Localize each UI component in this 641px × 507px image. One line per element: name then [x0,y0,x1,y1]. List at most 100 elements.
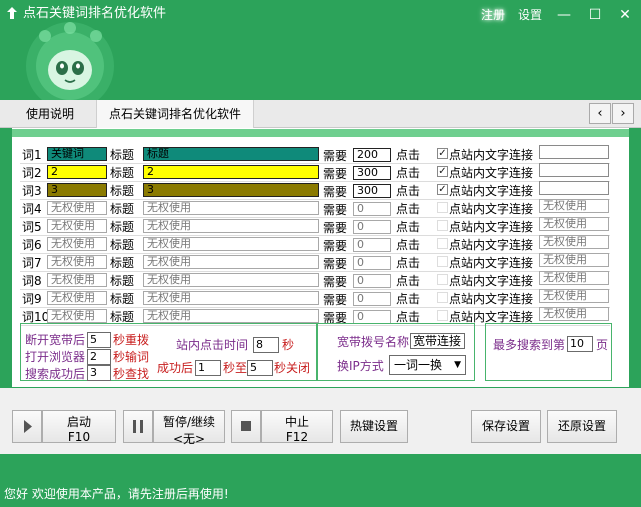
site-link-checkbox[interactable] [437,202,448,213]
need-count-input[interactable]: 0 [353,310,391,324]
need-count-input[interactable]: 0 [353,202,391,216]
title-input[interactable]: 无权使用 [143,309,319,323]
row-name: 词8 [22,274,42,288]
need-count-input[interactable]: 0 [353,292,391,306]
tab-prev-button[interactable]: ‹ [589,103,611,124]
site-click-input[interactable]: 8 [253,337,279,353]
site-link-checkbox[interactable]: ✓ [437,184,448,195]
title-input[interactable]: 3 [143,183,319,197]
disconnect-input[interactable]: 5 [87,332,111,348]
keyword-input[interactable]: 无权使用 [47,273,107,287]
minimize-button[interactable]: — [549,2,579,28]
keyword-input[interactable]: 无权使用 [47,237,107,251]
title-input[interactable]: 无权使用 [143,219,319,233]
title-input[interactable]: 无权使用 [143,255,319,269]
click-label: 点击 [396,292,421,306]
site-link-input[interactable]: 无权使用 [539,271,609,285]
start-button[interactable]: 启动 F10 [42,410,116,444]
need-count-input[interactable]: 0 [353,220,391,234]
row-separator [20,163,610,164]
site-link-label: 点站内文字连接 [449,220,534,234]
site-link-input[interactable] [539,181,609,195]
row-separator [20,217,610,218]
need-count-input[interactable]: 300 [353,184,391,198]
click-label: 点击 [396,274,421,288]
title-label: 标题 [110,166,135,180]
restore-settings-button[interactable]: 还原设置 [547,410,617,443]
title-input[interactable]: 2 [143,165,319,179]
title-input[interactable]: 无权使用 [143,291,319,305]
ip-mode-value: 一词一换 [394,358,443,372]
tab-next-button[interactable]: › [612,103,634,124]
need-label: 需要 [323,203,348,217]
stop-icon [241,421,251,431]
site-link-checkbox[interactable] [437,256,448,267]
keyword-input[interactable]: 无权使用 [47,219,107,233]
title-input[interactable]: 标题 [143,147,319,161]
title-input[interactable]: 无权使用 [143,273,319,287]
title-input[interactable]: 无权使用 [143,237,319,251]
site-link-input[interactable]: 无权使用 [539,289,609,303]
keyword-input[interactable]: 无权使用 [47,291,107,305]
site-link-checkbox[interactable]: ✓ [437,148,448,159]
site-link-input[interactable]: 无权使用 [539,217,609,231]
need-count-input[interactable]: 300 [353,166,391,180]
close-button[interactable]: ✕ [610,2,640,28]
title-label: 标题 [110,310,135,324]
click-label: 点击 [396,220,421,234]
pause-icon-button[interactable] [123,410,153,443]
maximize-button[interactable]: ☐ [580,2,610,28]
max-search-unit: 页 [596,338,609,352]
need-count-input[interactable]: 200 [353,148,391,162]
site-link-input[interactable]: 无权使用 [539,253,609,267]
site-link-checkbox[interactable]: ✓ [437,166,448,177]
after-from-input[interactable]: 1 [195,360,221,376]
keyword-input[interactable]: 关键词 [47,147,107,161]
site-link-input[interactable] [539,163,609,177]
stop-icon-button[interactable] [231,410,261,443]
site-link-input[interactable]: 无权使用 [539,307,609,321]
dial-name-input[interactable]: 宽带连接 [410,333,465,349]
status-text: 您好 欢迎使用本产品，请先注册后再使用! [4,487,229,501]
need-count-input[interactable]: 0 [353,274,391,288]
site-link-input[interactable]: 无权使用 [539,235,609,249]
search-success-input[interactable]: 3 [87,365,111,381]
keyword-input[interactable]: 无权使用 [47,255,107,269]
title-label: 标题 [110,202,135,216]
hotkey-settings-button[interactable]: 热键设置 [340,410,408,443]
keyword-input[interactable]: 2 [47,165,107,179]
register-link[interactable]: 注册 [481,6,505,23]
keyword-input[interactable]: 无权使用 [47,201,107,215]
row-separator [20,199,610,200]
settings-link[interactable]: 设置 [518,6,542,23]
title-input[interactable]: 无权使用 [143,201,319,215]
site-link-checkbox[interactable] [437,310,448,321]
site-link-checkbox[interactable] [437,292,448,303]
site-link-checkbox[interactable] [437,220,448,231]
stop-button[interactable]: 中止 F12 [261,410,333,444]
max-search-input[interactable]: 10 [567,336,593,352]
disconnect-label: 断开宽带后 [25,333,86,347]
row-separator [20,253,610,254]
need-count-input[interactable]: 0 [353,238,391,252]
start-icon-button[interactable] [12,410,42,443]
site-link-input[interactable]: 无权使用 [539,199,609,213]
after-to-input[interactable]: 5 [247,360,273,376]
site-link-checkbox[interactable] [437,274,448,285]
keyword-input[interactable]: 无权使用 [47,309,107,323]
site-link-label: 点站内文字连接 [449,310,534,324]
pause-label: 暂停/继续 [162,415,216,429]
ip-mode-select[interactable]: 一词一换 ▼ [389,355,466,375]
open-browser-unit: 秒输词 [113,350,150,364]
click-label: 点击 [396,256,421,270]
site-link-checkbox[interactable] [437,238,448,249]
tab-main[interactable]: 点石关键词排名优化软件 [96,100,255,128]
pause-button[interactable]: 暂停/继续 <无> [153,410,225,446]
need-count-input[interactable]: 0 [353,256,391,270]
site-link-input[interactable] [539,145,609,159]
row-separator [20,271,610,272]
keyword-input[interactable]: 3 [47,183,107,197]
tab-instructions[interactable]: 使用说明 [14,100,86,128]
open-browser-input[interactable]: 2 [87,349,111,365]
save-settings-button[interactable]: 保存设置 [471,410,541,443]
